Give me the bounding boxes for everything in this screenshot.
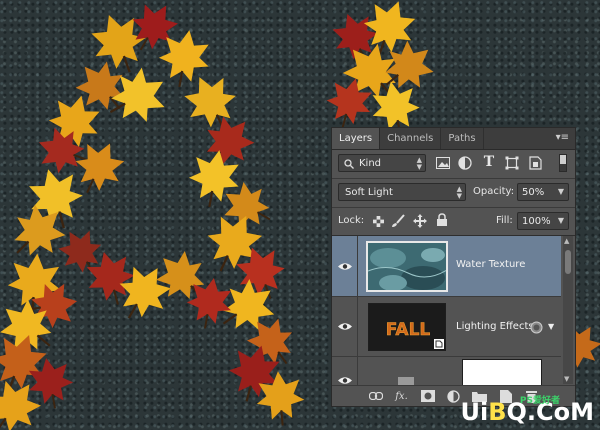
panel-tab-bar: Layers Channels Paths ▾≡ bbox=[332, 128, 575, 150]
layer-row-lighting-effects[interactable]: FALL Lighting Effects ▼ bbox=[332, 297, 561, 357]
lock-position-move-icon[interactable] bbox=[412, 213, 428, 229]
fill-label: Fill: bbox=[496, 215, 513, 226]
lock-label: Lock: bbox=[338, 215, 365, 226]
lock-image-pixels-brush-icon[interactable] bbox=[390, 213, 406, 229]
layers-scrollbar[interactable]: ▲ ▼ bbox=[563, 236, 573, 384]
filter-kind-select[interactable]: Kind ▲ ▼ bbox=[338, 154, 426, 172]
search-icon bbox=[344, 159, 354, 169]
blend-mode-select[interactable]: Soft Light ▲ ▼ bbox=[338, 183, 466, 201]
filter-toggle-switch[interactable] bbox=[559, 154, 567, 172]
thumb-text: FALL bbox=[386, 320, 431, 340]
lock-all-icon[interactable] bbox=[434, 212, 450, 228]
opacity-value: 50% bbox=[522, 187, 545, 198]
link-layers-icon[interactable] bbox=[368, 389, 384, 403]
smart-object-badge-icon bbox=[434, 339, 444, 349]
watermark-subtitle: PS爱好者 bbox=[519, 396, 560, 406]
layer-thumbnail-lighting-effects: FALL bbox=[368, 303, 446, 351]
layer-row-water-texture[interactable]: Water Texture bbox=[332, 236, 561, 297]
layers-panel: Layers Channels Paths ▾≡ Kind ▲ ▼ T Soft… bbox=[331, 127, 576, 407]
filter-kind-label: Kind bbox=[359, 158, 382, 169]
leaves-right-stroke bbox=[175, 65, 308, 429]
fill-value: 100% bbox=[522, 216, 551, 227]
tab-paths[interactable]: Paths bbox=[441, 128, 484, 149]
eye-icon bbox=[337, 262, 352, 270]
add-mask-icon[interactable] bbox=[420, 389, 436, 403]
layer-row-fill[interactable] bbox=[332, 357, 561, 386]
visibility-toggle[interactable] bbox=[332, 297, 358, 356]
opacity-label: Opacity: bbox=[473, 186, 515, 197]
blend-mode-label: Soft Light bbox=[345, 187, 393, 198]
chevron-down-icon[interactable]: ▼ bbox=[558, 187, 564, 196]
blend-row: Soft Light ▲ ▼ Opacity: 50% ▼ bbox=[332, 179, 575, 205]
leaves-left-stroke bbox=[0, 0, 216, 430]
visibility-toggle[interactable] bbox=[332, 236, 358, 296]
layer-name: Lighting Effects bbox=[456, 321, 534, 332]
filter-smart-object-icon[interactable] bbox=[527, 155, 543, 171]
leaves-crossbar bbox=[79, 240, 237, 334]
filter-row: Kind ▲ ▼ T bbox=[332, 150, 575, 176]
tab-channels[interactable]: Channels bbox=[380, 128, 442, 149]
tab-layers[interactable]: Layers bbox=[332, 128, 381, 149]
lock-row: Lock: Fill: 100% ▼ bbox=[332, 208, 575, 234]
eye-icon bbox=[337, 323, 352, 330]
filter-pixel-icon[interactable] bbox=[435, 155, 451, 171]
select-arrows-icon: ▲ ▼ bbox=[456, 185, 462, 200]
layer-name: Water Texture bbox=[456, 259, 526, 270]
expand-triangle-icon[interactable]: ▼ bbox=[548, 322, 554, 331]
select-arrows-icon: ▲ ▼ bbox=[416, 156, 422, 171]
visibility-toggle[interactable] bbox=[332, 357, 358, 386]
panel-menu-icon[interactable]: ▾≡ bbox=[556, 132, 569, 143]
fill-field[interactable]: 100% ▼ bbox=[517, 212, 569, 230]
scrollbar-thumb[interactable] bbox=[565, 250, 571, 274]
adjustment-layer-icon[interactable] bbox=[446, 389, 462, 403]
opacity-field[interactable]: 50% ▼ bbox=[517, 183, 569, 201]
scroll-up-arrow-icon[interactable]: ▲ bbox=[564, 237, 569, 245]
smart-filter-icon[interactable] bbox=[530, 321, 543, 334]
eye-icon bbox=[337, 377, 352, 384]
layer-style-fx-icon[interactable]: fx. bbox=[394, 389, 410, 403]
chevron-down-icon[interactable]: ▼ bbox=[558, 216, 564, 225]
filter-adjustment-icon[interactable] bbox=[457, 155, 473, 171]
layer-thumbnail-water-texture bbox=[366, 241, 448, 292]
filter-shape-icon[interactable] bbox=[504, 155, 520, 171]
scroll-down-arrow-icon[interactable]: ▼ bbox=[564, 375, 569, 383]
layer-mask-thumbnail bbox=[462, 359, 542, 386]
filter-type-icon[interactable]: T bbox=[481, 154, 497, 170]
lock-transparent-pixels-icon[interactable] bbox=[370, 213, 386, 229]
